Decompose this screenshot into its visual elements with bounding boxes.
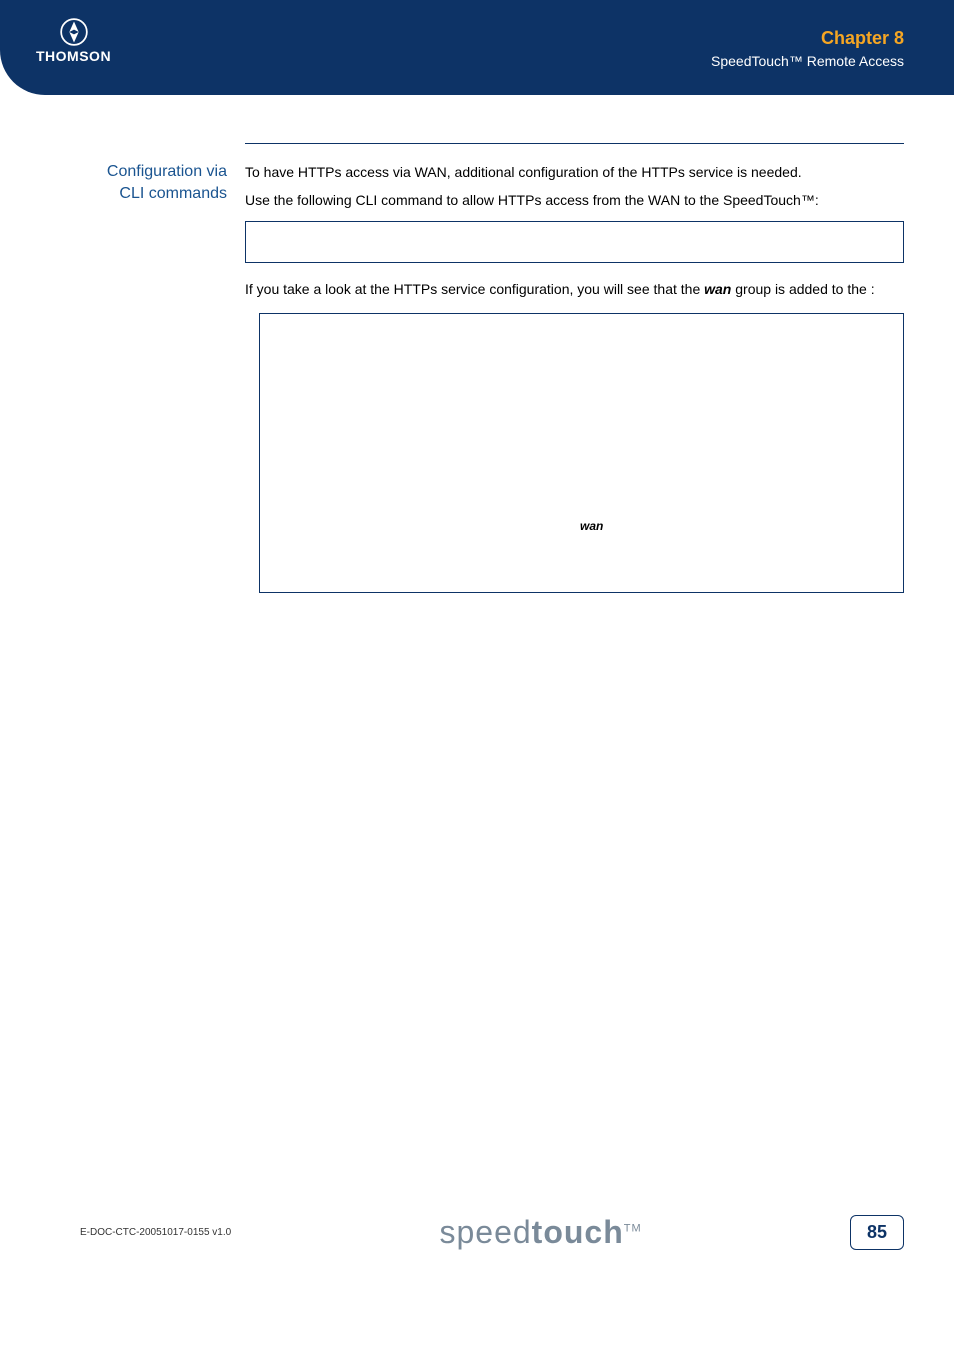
paragraph-1: To have HTTPs access via WAN, additional… bbox=[245, 162, 904, 182]
para3-part-b: group is added to the bbox=[731, 281, 870, 297]
code2-wan-label: wan bbox=[580, 519, 603, 533]
paragraph-3: If you take a look at the HTTPs service … bbox=[245, 279, 904, 299]
chapter-subtitle: SpeedTouch™ Remote Access bbox=[711, 53, 904, 69]
code-block-2: wan bbox=[259, 313, 904, 593]
para3-part-c: : bbox=[871, 281, 875, 297]
section-heading-line1: Configuration via bbox=[107, 163, 227, 180]
logo-tm: TM bbox=[624, 1222, 642, 1234]
section-heading-line2: CLI commands bbox=[119, 185, 227, 202]
header-right: Chapter 8 SpeedTouch™ Remote Access bbox=[711, 28, 904, 69]
speedtouch-logo: speedtouchTM bbox=[439, 1214, 641, 1251]
page-number: 85 bbox=[850, 1215, 904, 1250]
page-footer: E-DOC-CTC-20051017-0155 v1.0 speedtouchT… bbox=[0, 1214, 954, 1251]
para3-part-a: If you take a look at the HTTPs service … bbox=[245, 281, 704, 297]
section-heading: Configuration via CLI commands bbox=[50, 143, 227, 204]
chapter-title: Chapter 8 bbox=[711, 28, 904, 49]
thomson-logo: THOMSON bbox=[36, 18, 111, 64]
thomson-logo-icon bbox=[60, 18, 88, 46]
code-block-1 bbox=[245, 221, 904, 263]
document-id: E-DOC-CTC-20051017-0155 v1.0 bbox=[80, 1227, 231, 1238]
para3-wan: wan bbox=[704, 281, 731, 297]
paragraph-2: Use the following CLI command to allow H… bbox=[245, 190, 904, 210]
right-column: To have HTTPs access via WAN, additional… bbox=[245, 143, 904, 593]
left-column: Configuration via CLI commands bbox=[50, 143, 245, 593]
logo-speed: speed bbox=[439, 1214, 531, 1250]
logo-touch: touch bbox=[532, 1214, 624, 1250]
thomson-logo-text: THOMSON bbox=[36, 48, 111, 64]
page-header: THOMSON Chapter 8 SpeedTouch™ Remote Acc… bbox=[0, 0, 954, 95]
content-area: Configuration via CLI commands To have H… bbox=[0, 95, 954, 593]
